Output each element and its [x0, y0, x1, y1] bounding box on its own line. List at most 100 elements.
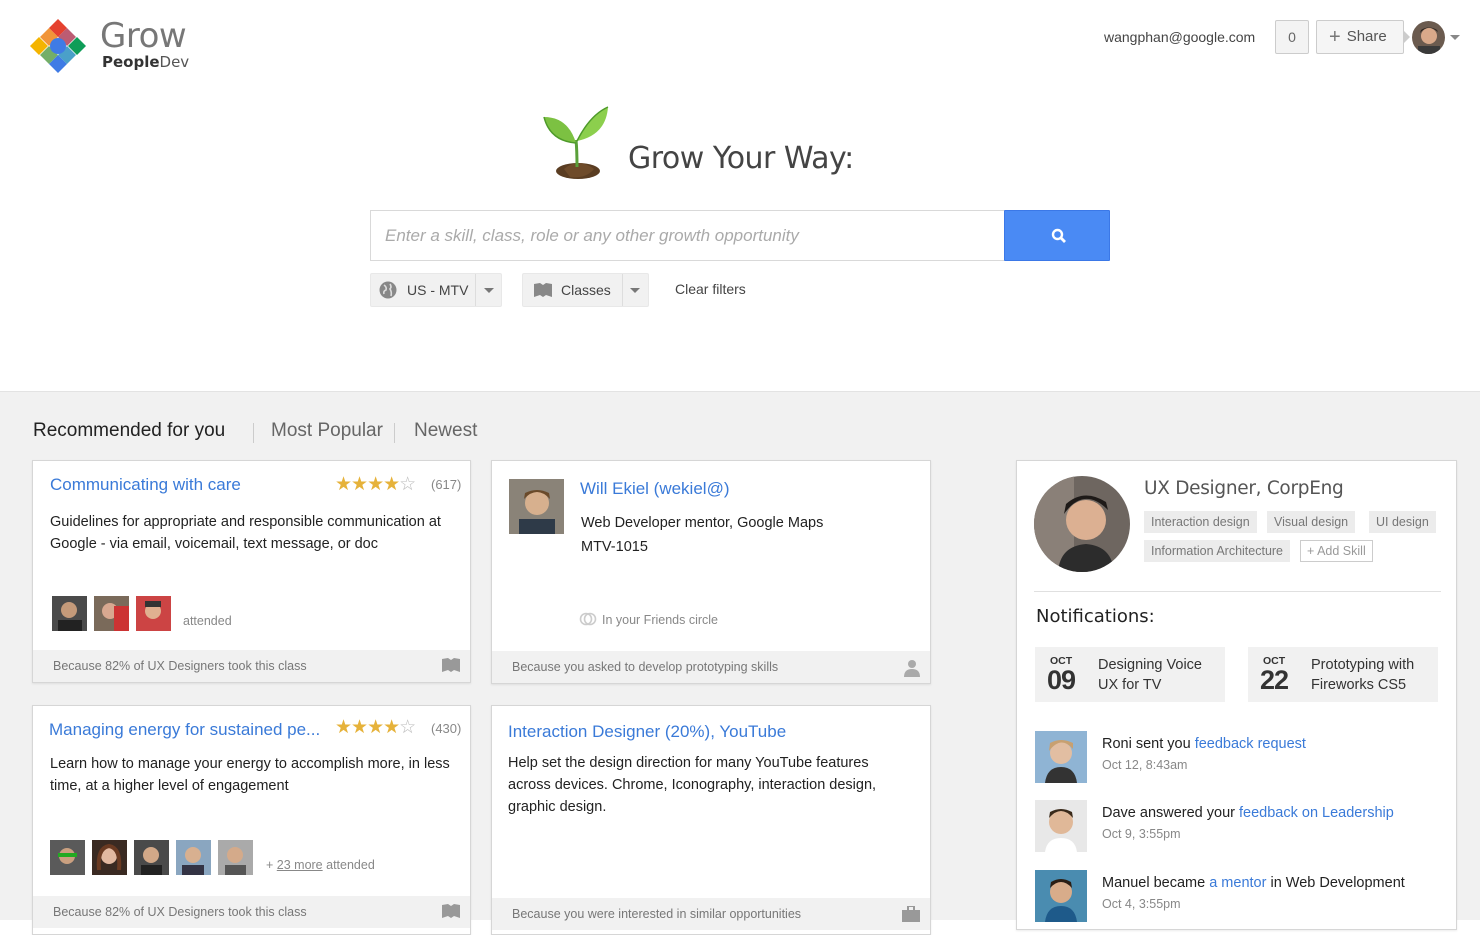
attended-label: attended	[183, 614, 232, 628]
card-footer: Because 82% of UX Designers took this cl…	[33, 650, 470, 682]
star-rating: ★★★★☆	[335, 474, 416, 495]
notifications-title: Notifications:	[1036, 606, 1155, 627]
circle-note: In your Friends circle	[602, 613, 719, 627]
recommendation-card-class[interactable]: Managing energy for sustained pe... ★★★★…	[32, 705, 471, 935]
event-card[interactable]: OCT 22 Prototyping with Fireworks CS5	[1248, 647, 1438, 702]
notification-avatar[interactable]	[1035, 800, 1087, 852]
user-email[interactable]: wangphan@google.com	[1104, 29, 1255, 45]
notification-time: Oct 12, 8:43am	[1102, 758, 1188, 772]
share-button[interactable]: + Share	[1316, 20, 1404, 54]
card-description: Help set the design direction for many Y…	[508, 755, 877, 815]
event-title: Designing Voice UX for TV	[1098, 657, 1202, 693]
book-icon	[442, 658, 460, 672]
recommendation-card-mentor[interactable]: Will Ekiel (wekiel@) Web Developer mento…	[491, 460, 931, 684]
card-title[interactable]: Communicating with care	[50, 475, 241, 495]
rating-count: (430)	[431, 721, 462, 736]
share-pointer	[1403, 30, 1410, 44]
person-icon	[904, 660, 920, 677]
dropdown-divider	[475, 274, 476, 306]
account-menu-chevron-icon[interactable]	[1450, 35, 1460, 40]
notification-text: Dave answered your feedback on Leadershi…	[1102, 805, 1394, 821]
notification-link[interactable]: feedback on Leadership	[1239, 805, 1394, 821]
recommendation-reason: Because 82% of UX Designers took this cl…	[53, 905, 307, 919]
book-icon	[534, 283, 552, 297]
attendee-avatar[interactable]	[52, 596, 87, 631]
attendee-avatar[interactable]	[94, 596, 129, 631]
divider	[1034, 591, 1441, 592]
tab-most-popular[interactable]: Most Popular	[271, 420, 383, 442]
recommendation-card-opportunity[interactable]: Interaction Designer (20%), YouTube Help…	[491, 705, 931, 935]
notification-text: Manuel became a mentor in Web Developmen…	[1102, 875, 1405, 891]
location-filter-dropdown[interactable]: US - MTV	[370, 273, 502, 307]
clear-filters-link[interactable]: Clear filters	[675, 281, 746, 297]
skill-chip[interactable]: UI design	[1369, 511, 1436, 533]
attendee-avatar[interactable]	[218, 840, 253, 875]
chevron-down-icon	[630, 288, 640, 293]
event-card[interactable]: OCT 09 Designing Voice UX for TV	[1035, 647, 1225, 702]
mentor-avatar[interactable]	[509, 479, 564, 534]
tab-recommended[interactable]: Recommended for you	[33, 420, 225, 442]
card-title[interactable]: Managing energy for sustained pe...	[49, 720, 320, 740]
event-day: 22	[1260, 665, 1289, 695]
mentor-location: MTV-1015	[581, 539, 648, 555]
notification-text: Roni sent you feedback request	[1102, 736, 1306, 752]
card-description: Web Developer mentor, Google Maps MTV-10…	[581, 511, 921, 559]
notification-count-button[interactable]: 0	[1275, 20, 1309, 54]
tab-newest[interactable]: Newest	[414, 420, 477, 442]
account-avatar[interactable]	[1412, 21, 1445, 54]
globe-icon	[379, 281, 397, 299]
notification-avatar[interactable]	[1035, 870, 1087, 922]
top-section: Grow PeopleDev wangphan@google.com 0 + Sh…	[0, 0, 1480, 392]
attendee-avatar[interactable]	[136, 596, 171, 631]
more-attendees-link[interactable]: 23 more	[277, 858, 323, 872]
more-attended-note: + 23 more attended	[266, 858, 375, 872]
tab-divider	[394, 423, 395, 443]
mentor-name[interactable]: Will Ekiel (wekiel@)	[580, 479, 730, 499]
notification-time: Oct 9, 3:55pm	[1102, 827, 1181, 841]
add-skill-button[interactable]: + Add Skill	[1300, 540, 1373, 562]
tab-divider	[253, 423, 254, 443]
card-description: Guidelines for appropriate and responsib…	[50, 514, 441, 552]
hero-title: Grow Your Way:	[628, 141, 854, 176]
card-description: Learn how to manage your energy to accom…	[50, 756, 450, 794]
event-title: Prototyping with Fireworks CS5	[1311, 657, 1415, 693]
recommendation-reason: Because 82% of UX Designers took this cl…	[53, 659, 307, 673]
chevron-down-icon	[484, 288, 494, 293]
event-day: 09	[1047, 665, 1076, 695]
notification-link[interactable]: a mentor	[1209, 875, 1266, 891]
grow-logo-icon	[30, 19, 86, 73]
recommendation-reason: Because you asked to develop prototyping…	[512, 660, 779, 674]
attendee-avatar[interactable]	[92, 840, 127, 875]
card-footer: Because you asked to develop prototyping…	[492, 651, 930, 683]
plus-icon: +	[1329, 26, 1341, 48]
book-icon	[442, 904, 460, 918]
skill-chip[interactable]: Information Architecture	[1144, 540, 1291, 562]
attendee-avatar[interactable]	[50, 840, 85, 875]
skill-chip[interactable]: Interaction design	[1144, 511, 1257, 533]
search-input[interactable]: Enter a skill, class, role or any other …	[370, 210, 1006, 261]
circles-icon	[579, 612, 597, 626]
star-rating: ★★★★☆	[335, 717, 416, 738]
profile-panel: UX Designer, CorpEng Interaction design …	[1016, 460, 1457, 930]
rating-count: (617)	[431, 477, 462, 492]
sprout-icon	[543, 106, 609, 179]
recommendation-card-class[interactable]: Communicating with care ★★★★☆ (617) Guid…	[32, 460, 471, 683]
app-name: Grow	[100, 16, 187, 56]
type-filter-label: Classes	[561, 282, 611, 298]
notification-time: Oct 4, 3:55pm	[1102, 897, 1181, 911]
card-title[interactable]: Interaction Designer (20%), YouTube	[508, 722, 786, 742]
recommendation-reason: Because you were interested in similar o…	[512, 907, 802, 921]
notification-link[interactable]: feedback request	[1195, 736, 1306, 752]
mentor-role: Web Developer mentor, Google Maps	[581, 515, 824, 531]
type-filter-dropdown[interactable]: Classes	[522, 273, 649, 307]
profile-role: UX Designer, CorpEng	[1144, 478, 1344, 499]
profile-avatar[interactable]	[1034, 476, 1130, 572]
location-filter-label: US - MTV	[407, 282, 469, 298]
dropdown-divider	[622, 274, 623, 306]
attendee-avatar[interactable]	[176, 840, 211, 875]
notification-avatar[interactable]	[1035, 731, 1087, 783]
attendee-avatar[interactable]	[134, 840, 169, 875]
app-subtitle: PeopleDev	[102, 53, 190, 71]
skill-chip[interactable]: Visual design	[1267, 511, 1356, 533]
search-button[interactable]	[1004, 210, 1110, 261]
